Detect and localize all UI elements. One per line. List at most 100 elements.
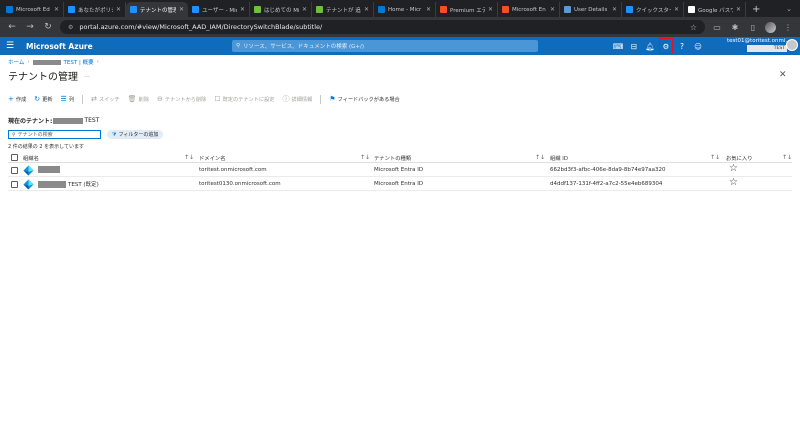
breadcrumb: ホーム › TEST | 概要 › (8, 58, 99, 66)
column-header-name[interactable]: 組織名 (23, 154, 39, 162)
azure-brand[interactable]: Microsoft Azure (20, 42, 230, 51)
tab-close-icon[interactable]: ✕ (240, 6, 245, 13)
browser-tab[interactable]: Microsoft En ✕ (498, 2, 560, 17)
toolbar-button-remove[interactable]: ⊖ テナントから削除 (157, 95, 206, 103)
help-icon[interactable]: ? (674, 37, 690, 55)
browser-tab-label: ユーザー - Mic (202, 7, 237, 14)
tab-close-icon[interactable]: ✕ (116, 6, 121, 13)
more-options-icon[interactable]: … (84, 72, 90, 79)
tab-close-icon[interactable]: ✕ (736, 6, 741, 13)
browser-tab[interactable]: Google バスワ ✕ (684, 2, 746, 17)
cloud-shell-icon[interactable]: ⌨ (610, 37, 626, 55)
browser-tab[interactable]: あなたがポリシ ✕ (64, 2, 126, 17)
browser-menu-icon[interactable]: ⋮ (782, 23, 794, 32)
tab-favicon-icon (378, 6, 385, 13)
browser-tab[interactable]: はじめての Mi ✕ (250, 2, 312, 17)
avatar[interactable] (786, 39, 798, 51)
column-header-type[interactable]: テナントの種類 (374, 154, 411, 162)
favorite-star-icon[interactable]: ☆ (729, 177, 738, 188)
browser-tab[interactable]: クイックスター ✕ (622, 2, 684, 17)
column-header-favorite[interactable]: お気に入り (726, 154, 753, 162)
tab-close-icon[interactable]: ✕ (54, 6, 59, 13)
toolbar-button-plus[interactable]: + 作成 (8, 95, 26, 103)
tab-close-icon[interactable]: ✕ (550, 6, 555, 13)
tab-close-icon[interactable]: ✕ (488, 6, 493, 13)
tenant-search-input[interactable]: ⚲ テナントの検索 (8, 130, 101, 139)
sort-icon[interactable]: ↑↓ (782, 154, 792, 161)
tab-favicon-icon (564, 6, 571, 13)
browser-tab-label: クイックスター (636, 7, 671, 14)
tab-close-icon[interactable]: ✕ (674, 6, 679, 13)
tab-close-icon[interactable]: ✕ (426, 6, 431, 13)
column-header-domain[interactable]: ドメイン名 (199, 154, 226, 162)
info-icon: ⓘ (282, 95, 290, 103)
back-icon[interactable]: ← (6, 22, 18, 32)
breadcrumb-home[interactable]: ホーム (8, 58, 24, 66)
global-search-input[interactable]: ⚲ リソース、サービス、ドキュメントの検索 (G+/) (232, 40, 538, 52)
column-header-id[interactable]: 組織 ID (550, 154, 568, 162)
bookmark-star-icon[interactable]: ☆ (690, 23, 697, 32)
toolbar-button-switch[interactable]: ⇄ スイッチ (91, 95, 120, 103)
toolbar-button-feedback[interactable]: ⚑ フィードバックがある場合 (329, 95, 399, 103)
forward-icon[interactable]: → (24, 22, 36, 32)
tab-favicon-icon (626, 6, 633, 13)
feedback-person-icon[interactable]: ☺ (690, 37, 706, 55)
browser-tab-label: Premium エデ (450, 7, 485, 14)
sort-icon[interactable]: ↑↓ (710, 154, 720, 161)
table-row[interactable]: TEST (既定) toritest0130.onmicrosoft.com Mic… (8, 177, 792, 191)
org-name-suffix: TEST (既定) (68, 182, 99, 188)
tab-close-icon[interactable]: ✕ (364, 6, 369, 13)
cast-icon[interactable]: ▭ (711, 23, 723, 32)
browser-tab[interactable]: ユーザー - Mic ✕ (188, 2, 250, 17)
org-name-cell[interactable]: TEST (既定) (38, 180, 99, 188)
browser-tab-strip: Microsoft Ed ✕ あなたがポリシ ✕ テナントの管理 ✕ ユーザー - Mic ✕… (0, 0, 800, 17)
browser-tab[interactable]: Premium エデ ✕ (436, 2, 498, 17)
browser-tab[interactable]: テナントが 追 ✕ (312, 2, 374, 17)
tab-close-icon[interactable]: ✕ (302, 6, 307, 13)
url-text: portal.azure.com/#view/Microsoft_AAD_IAM… (79, 23, 323, 31)
breadcrumb-tenant-overview[interactable]: TEST | 概要 (64, 58, 94, 66)
browser-tab[interactable]: Microsoft Ed ✕ (2, 2, 64, 17)
account-info[interactable]: test01@toritest.onmi... TEST (727, 38, 791, 52)
org-id-cell: d4ddf137-131f-4ff2-a7c2-55e4eb689304 (550, 181, 663, 187)
select-all-checkbox[interactable] (11, 153, 18, 161)
address-bar[interactable]: ⚙ portal.azure.com/#view/Microsoft_AAD_I… (60, 20, 705, 34)
browser-tab[interactable]: Home - Micr ✕ (374, 2, 436, 17)
browser-tab-label: テナントの管理 (140, 7, 176, 14)
toolbar-button-refresh[interactable]: ↻ 更新 (34, 95, 52, 103)
tab-search-button[interactable]: ⌄ (778, 2, 800, 17)
toolbar-button-trash[interactable]: 🗑 削除 (128, 95, 149, 103)
reload-icon[interactable]: ↻ (42, 22, 54, 32)
toolbar-button-default[interactable]: ☐ 既定のテナントに設定 (214, 95, 274, 103)
settings-gear-icon[interactable]: ⚙ (658, 37, 674, 55)
feedback-icon: ⚑ (329, 95, 336, 103)
row-checkbox[interactable] (11, 180, 18, 188)
tab-close-icon[interactable]: ✕ (612, 6, 617, 13)
current-tenant-label: 現在のテナント: (8, 118, 53, 125)
notifications-icon[interactable]: 🔔︎ (642, 37, 658, 55)
tab-favicon-icon (316, 6, 323, 13)
browser-tab-label: User Details (574, 6, 608, 13)
favorite-star-icon[interactable]: ☆ (729, 163, 738, 174)
browser-profile-avatar[interactable] (765, 21, 776, 33)
toolbar-button-columns[interactable]: ☰ 列 (61, 95, 74, 103)
directory-filter-icon[interactable]: ⊟ (626, 37, 642, 55)
add-filter-button[interactable]: ⧩ フィルターの追加 (107, 130, 164, 139)
tab-favicon-icon (502, 6, 509, 13)
org-name-cell[interactable] (38, 166, 62, 173)
table-row[interactable]: toritest.onmicrosoft.com Microsoft Entra … (8, 163, 792, 177)
tab-close-icon[interactable]: ✕ (179, 6, 184, 13)
browser-tab[interactable]: テナントの管理 ✕ (126, 2, 188, 17)
toolbar-button-info[interactable]: ⓘ 詳細情報 (283, 94, 313, 104)
extensions-icon[interactable]: ✱ (729, 23, 741, 32)
close-blade-icon[interactable]: ✕ (779, 70, 787, 80)
sort-icon[interactable]: ↑↓ (360, 154, 370, 161)
browser-tab[interactable]: User Details ✕ (560, 2, 622, 17)
sort-icon[interactable]: ↑↓ (184, 154, 194, 161)
sidebar-icon[interactable]: ▯ (747, 23, 759, 32)
row-checkbox[interactable] (11, 166, 18, 174)
new-tab-button[interactable]: + (746, 2, 766, 17)
site-info-icon[interactable]: ⚙ (68, 24, 73, 31)
portal-menu-icon[interactable]: ☰ (0, 41, 20, 51)
sort-icon[interactable]: ↑↓ (535, 154, 545, 161)
